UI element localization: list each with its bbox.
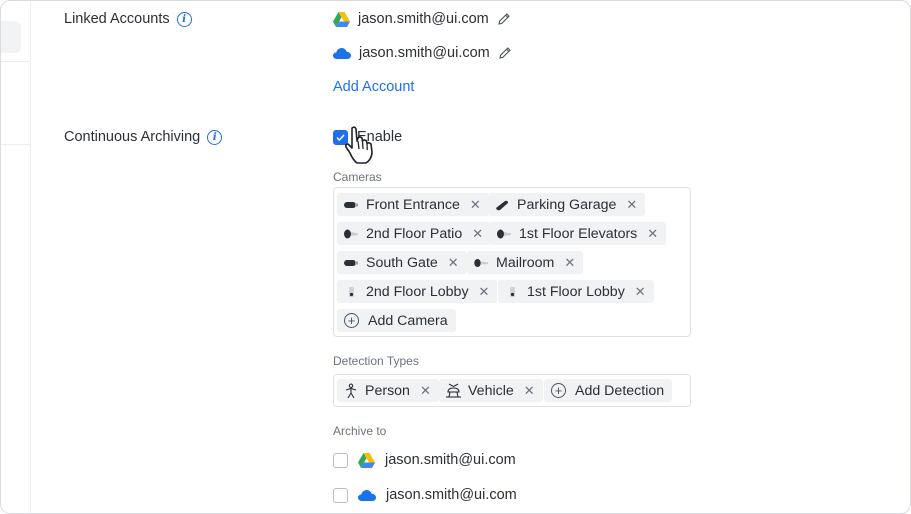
sidebar-divider: [1, 61, 30, 62]
edit-pencil-icon[interactable]: [497, 12, 511, 26]
sidebar-active-item[interactable]: [1, 21, 21, 53]
left-sidebar: [1, 1, 31, 513]
remove-icon[interactable]: ✕: [479, 284, 490, 300]
settings-panel: Linked Accounts i jason.smith@ui.com jas…: [0, 0, 911, 514]
dome-camera-icon: [474, 258, 488, 267]
detection-types-label: Detection Types: [333, 354, 419, 368]
linked-accounts-label: Linked Accounts i: [64, 11, 192, 27]
info-icon[interactable]: i: [207, 129, 223, 145]
cameras-tag-input[interactable]: Front Entrance ✕ Parking Garage ✕ 2nd Fl…: [333, 187, 691, 337]
onedrive-icon: [333, 47, 351, 59]
dome-camera-icon: [344, 229, 358, 238]
doorbell-camera-icon: [510, 286, 515, 297]
remove-icon[interactable]: ✕: [470, 197, 481, 213]
camera-chip: 1st Floor Elevators ✕: [490, 222, 667, 245]
doorbell-camera-icon: [349, 286, 354, 297]
camera-chip: 2nd Floor Lobby ✕: [337, 280, 498, 303]
remove-icon[interactable]: ✕: [448, 255, 459, 271]
linked-account-email: jason.smith@ui.com: [359, 45, 490, 61]
person-icon: [345, 383, 357, 398]
bullet-camera-icon: [344, 201, 358, 208]
edit-pencil-icon[interactable]: [498, 46, 512, 60]
plus-circle-icon: +: [344, 313, 359, 328]
cameras-label: Cameras: [333, 170, 382, 184]
google-drive-icon: [358, 452, 375, 468]
camera-chip: Mailroom ✕: [467, 251, 584, 274]
archive-target-row: jason.smith@ui.com: [333, 452, 516, 468]
remove-icon[interactable]: ✕: [420, 383, 431, 399]
sidebar-divider: [1, 144, 30, 145]
archive-target-email: jason.smith@ui.com: [385, 452, 516, 468]
ptz-camera-icon: [496, 200, 508, 210]
camera-chip: Parking Garage ✕: [488, 193, 646, 216]
plus-circle-icon: +: [551, 383, 566, 398]
onedrive-icon: [358, 489, 376, 501]
remove-icon[interactable]: ✕: [626, 197, 637, 213]
archive-target-email: jason.smith@ui.com: [386, 487, 517, 503]
archive-target-checkbox[interactable]: [333, 487, 348, 503]
add-account-link[interactable]: Add Account: [333, 79, 414, 95]
archive-to-label: Archive to: [333, 424, 387, 438]
detection-tag-input[interactable]: Person ✕ Vehicle ✕ + Add Detection: [333, 374, 691, 407]
add-detection-button[interactable]: + Add Detection: [544, 379, 673, 402]
detection-chip: Person ✕: [337, 379, 439, 402]
archive-target-checkbox[interactable]: [333, 452, 348, 468]
camera-chip: 2nd Floor Patio ✕: [337, 222, 492, 245]
camera-chip: 1st Floor Lobby ✕: [498, 280, 654, 303]
detection-chip: Vehicle ✕: [439, 379, 543, 402]
add-camera-button[interactable]: + Add Camera: [337, 309, 456, 332]
linked-account-row: jason.smith@ui.com: [333, 11, 511, 27]
bullet-camera-icon: [344, 259, 358, 266]
camera-chip: South Gate ✕: [337, 251, 467, 274]
continuous-archiving-label: Continuous Archiving i: [64, 129, 223, 145]
vehicle-icon: [446, 383, 461, 398]
dome-camera-icon: [497, 229, 511, 238]
linked-account-email: jason.smith@ui.com: [358, 11, 489, 27]
hand-cursor-icon: [344, 126, 373, 164]
linked-account-row: jason.smith@ui.com: [333, 45, 512, 61]
remove-icon[interactable]: ✕: [472, 226, 483, 242]
remove-icon[interactable]: ✕: [635, 284, 646, 300]
remove-icon[interactable]: ✕: [564, 255, 575, 271]
camera-chip: Front Entrance ✕: [337, 193, 489, 216]
google-drive-icon: [333, 11, 350, 27]
archive-target-row: jason.smith@ui.com: [333, 487, 517, 503]
remove-icon[interactable]: ✕: [524, 383, 535, 399]
remove-icon[interactable]: ✕: [647, 226, 658, 242]
info-icon[interactable]: i: [176, 11, 192, 27]
